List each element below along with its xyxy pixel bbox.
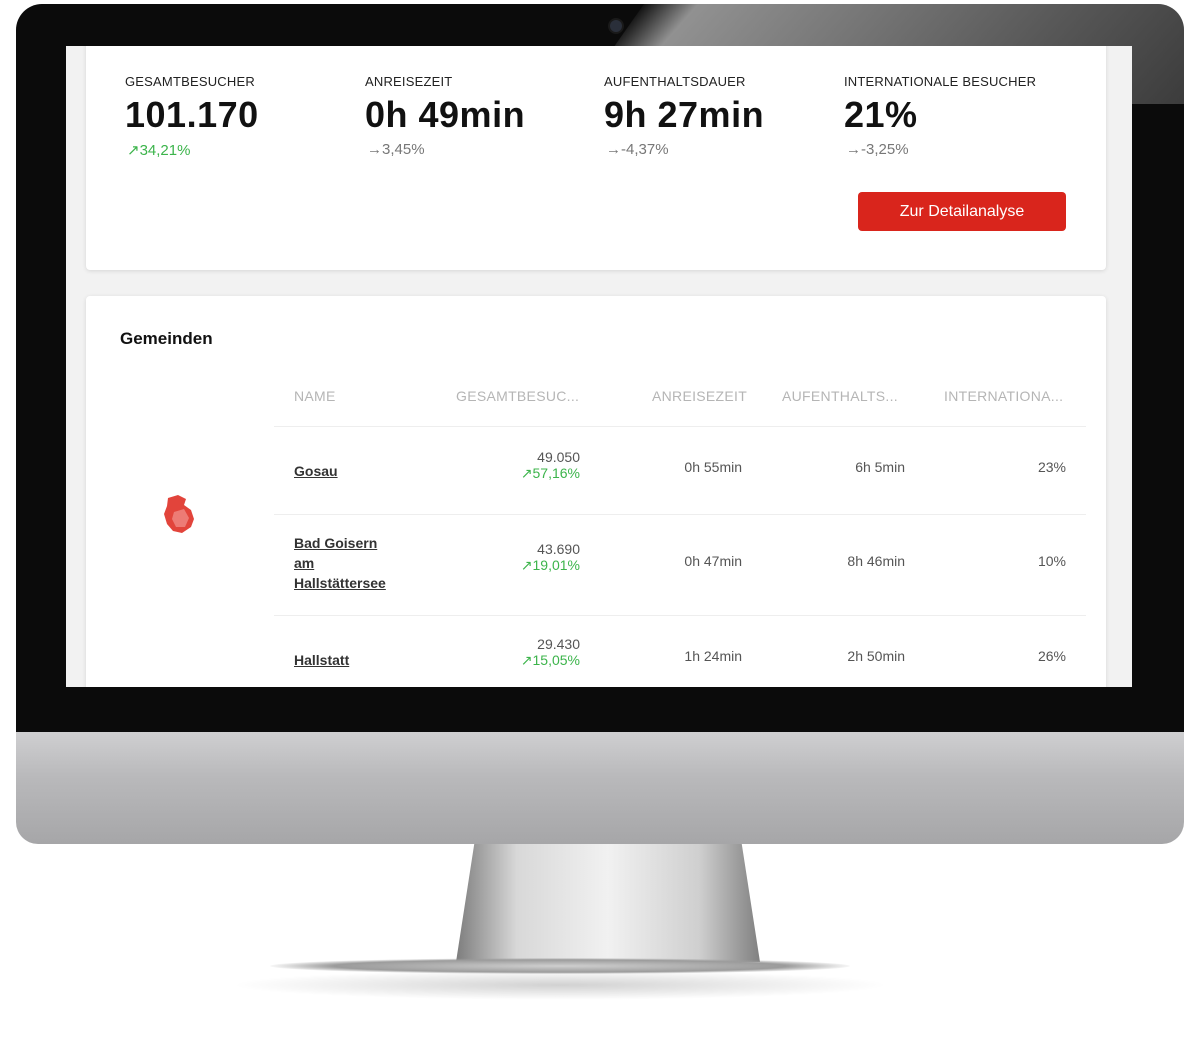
kpi-label: ANREISEZEIT [365, 74, 453, 89]
monitor-stand-base [270, 958, 850, 974]
visitors-value: 49.050 [537, 449, 580, 465]
visitors-change: ↗57,16% [520, 465, 580, 481]
visitors-change: ↗19,01% [520, 557, 580, 573]
column-header-visitors[interactable]: GESAMTBESUC... [456, 388, 579, 404]
kpi-label: AUFENTHALTSDAUER [604, 74, 746, 89]
table-header: NAME GESAMTBESUC... ANREISEZEIT AUFENTHA… [274, 376, 1086, 427]
kpi-card: GESAMTBESUCHER 101.170 ↗34,21% ANREISEZE… [86, 46, 1106, 270]
visitors-change: ↗15,05% [520, 652, 580, 668]
section-title: Gemeinden [120, 329, 213, 348]
stand-shadow [230, 970, 890, 1000]
row-international: 23% [1037, 459, 1066, 475]
row-travel-time: 1h 24min [684, 648, 742, 664]
municipality-link[interactable]: Gosau [294, 461, 338, 481]
municipality-link[interactable]: Bad Goisern am Hallstättersee [294, 533, 386, 593]
row-name: Bad Goisern am Hallstättersee [294, 533, 386, 593]
table-row: Gosau 49.050 ↗57,16% 0h 55min 6h 5min 23… [274, 427, 1086, 515]
kpi-delta: →-3,25% [846, 141, 909, 158]
table-row: Hallstatt 29.430 ↗15,05% 1h 24min 2h 50m… [274, 616, 1086, 687]
municipalities-card: Gemeinden NAME GESAMTBESUC... ANREISEZEI… [86, 296, 1106, 687]
kpi-value: 101.170 [125, 94, 259, 135]
kpi-value: 9h 27min [604, 94, 765, 135]
row-name: Gosau [294, 461, 338, 481]
name-line: Hallstättersee [294, 575, 386, 591]
row-stay: 8h 46min [847, 553, 905, 569]
column-header-name[interactable]: NAME [294, 388, 336, 404]
kpi-value: 21% [844, 94, 918, 135]
row-travel-time: 0h 47min [684, 553, 742, 569]
name-line: am [294, 555, 315, 571]
region-map [164, 495, 194, 533]
row-international: 26% [1037, 648, 1066, 664]
row-visitors: 43.690 ↗19,01% [521, 541, 580, 574]
kpi-label: GESAMTBESUCHER [125, 74, 255, 89]
column-header-stay[interactable]: AUFENTHALTS... [782, 388, 898, 404]
monitor-chin [16, 732, 1184, 844]
monitor-stand [456, 844, 760, 962]
row-stay: 6h 5min [855, 459, 905, 475]
row-stay: 2h 50min [847, 648, 905, 664]
kpi-delta: →-4,37% [606, 141, 669, 158]
row-visitors: 29.430 ↗15,05% [521, 636, 580, 669]
kpi-delta: ↗34,21% [127, 142, 191, 159]
visitors-value: 43.690 [537, 541, 580, 557]
row-international: 10% [1037, 553, 1066, 569]
kpi-value: 0h 49min [365, 94, 526, 135]
table-row: Bad Goisern am Hallstättersee 43.690 ↗19… [274, 515, 1086, 616]
municipality-link[interactable]: Hallstatt [294, 650, 349, 670]
name-line: Bad Goisern [294, 535, 378, 551]
kpi-label: INTERNATIONALE BESUCHER [844, 74, 1037, 89]
column-header-international[interactable]: INTERNATIONA... [944, 388, 1063, 404]
row-name: Hallstatt [294, 650, 349, 670]
screen: GESAMTBESUCHER 101.170 ↗34,21% ANREISEZE… [66, 46, 1132, 687]
column-header-travel-time[interactable]: ANREISEZEIT [652, 388, 747, 404]
detail-analysis-button[interactable]: Zur Detailanalyse [858, 192, 1066, 231]
webcam-icon [610, 20, 622, 32]
row-visitors: 49.050 ↗57,16% [521, 449, 580, 482]
kpi-delta: →3,45% [367, 141, 425, 158]
visitors-value: 29.430 [537, 636, 580, 652]
row-travel-time: 0h 55min [684, 459, 742, 475]
